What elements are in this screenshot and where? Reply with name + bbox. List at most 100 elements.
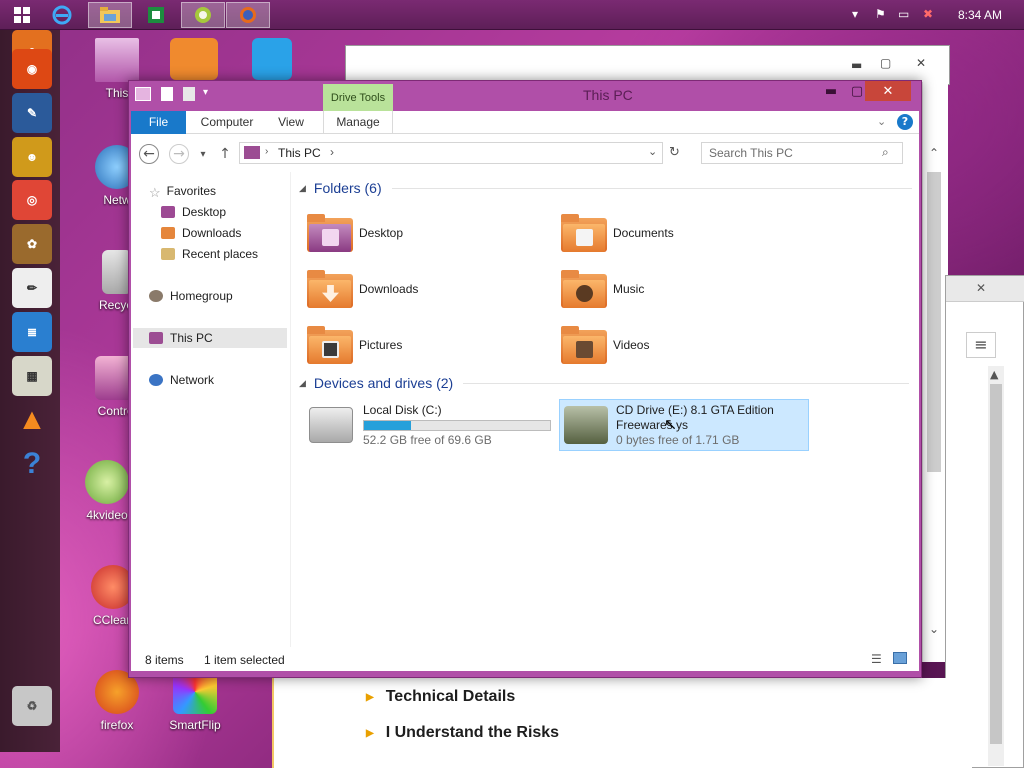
group-divider bbox=[463, 382, 910, 384]
up-button[interactable]: ↑ bbox=[215, 144, 235, 164]
drive-local-disk-c[interactable]: Local Disk (C:) 52.2 GB free of 69.6 GB bbox=[307, 399, 557, 451]
folder-videos[interactable]: Videos bbox=[561, 322, 801, 368]
help-icon[interactable]: ? bbox=[897, 114, 913, 130]
nav-this-pc[interactable]: This PC bbox=[133, 328, 287, 348]
recent-locations-icon[interactable]: ▾ bbox=[193, 144, 213, 164]
close-icon[interactable]: ✕ bbox=[976, 281, 986, 295]
desktop-icon-firefox[interactable]: firefox bbox=[82, 670, 152, 732]
background-window[interactable]: ▬ ▢ ✕ bbox=[345, 45, 950, 85]
minimize-icon[interactable]: ▬ bbox=[851, 58, 862, 72]
nav-favorites[interactable]: ☆ Favorites bbox=[149, 181, 216, 201]
monitor-icon bbox=[95, 38, 139, 82]
help-icon[interactable]: ? bbox=[12, 444, 52, 484]
forward-button[interactable]: → bbox=[169, 144, 189, 164]
tab-view[interactable]: View bbox=[271, 111, 311, 134]
large-icons-view-icon[interactable] bbox=[893, 652, 907, 664]
chevron-right-icon[interactable]: › bbox=[330, 145, 334, 159]
search-icon[interactable]: ⌕ bbox=[882, 145, 889, 160]
windows-start-icon[interactable] bbox=[0, 2, 44, 28]
understand-risks-toggle[interactable]: ▶ I Understand the Risks bbox=[366, 724, 559, 742]
technical-details-label: Technical Details bbox=[385, 688, 516, 705]
vlc-icon[interactable]: ▲ bbox=[12, 400, 52, 440]
folder-music[interactable]: Music bbox=[561, 266, 801, 312]
details-view-icon[interactable]: ☰ bbox=[871, 652, 882, 666]
drive-name-line2: Freewares.ys bbox=[616, 418, 689, 432]
nav-network[interactable]: Network bbox=[149, 370, 214, 390]
tab-file[interactable]: File bbox=[131, 111, 186, 134]
nav-desktop[interactable]: Desktop bbox=[161, 202, 226, 222]
videos-folder-icon bbox=[561, 326, 607, 364]
ubuntu-icon[interactable]: ◉ bbox=[12, 49, 52, 89]
text-editor-icon[interactable]: ✏ bbox=[12, 268, 52, 308]
tab-computer[interactable]: Computer bbox=[191, 111, 263, 134]
breadcrumb-this-pc[interactable]: This PC bbox=[278, 146, 321, 160]
customize-qat-icon[interactable]: ▾ bbox=[203, 87, 208, 98]
writer-icon[interactable]: ≣ bbox=[12, 312, 52, 352]
folder-desktop[interactable]: Desktop bbox=[307, 210, 547, 256]
back-button[interactable]: ← bbox=[139, 144, 159, 164]
nav-recent-places[interactable]: Recent places bbox=[161, 244, 258, 264]
address-dropdown-icon[interactable]: ⌄ bbox=[648, 145, 657, 158]
menu-icon[interactable]: ≡ bbox=[966, 332, 996, 358]
window-title: This PC bbox=[583, 87, 633, 103]
teamviewer-icon[interactable] bbox=[252, 38, 292, 80]
explorer-window[interactable]: ▾ Drive Tools This PC ▬ ▢ ✕ File Compute… bbox=[128, 80, 922, 678]
technical-details-toggle[interactable]: ▶ Technical Details bbox=[366, 688, 515, 706]
folder-pictures[interactable]: Pictures bbox=[307, 322, 547, 368]
trash-icon[interactable]: ♻ bbox=[12, 686, 52, 726]
paint-icon[interactable]: ✿ bbox=[12, 224, 52, 264]
desktop-icon-label: firefox bbox=[100, 718, 134, 732]
new-folder-icon[interactable] bbox=[183, 87, 195, 101]
flag-icon[interactable]: ⚑ bbox=[875, 7, 886, 21]
maximize-icon[interactable]: ▢ bbox=[880, 56, 891, 70]
search-input[interactable]: Search This PC ⌕ bbox=[701, 142, 903, 164]
chevron-up-icon[interactable]: ▾ bbox=[852, 7, 858, 21]
pictures-folder-icon bbox=[307, 326, 353, 364]
address-box[interactable]: › This PC › ⌄ bbox=[239, 142, 663, 164]
clock[interactable]: 8:34 AM bbox=[958, 8, 1002, 22]
vlc-shortcut-icon[interactable] bbox=[170, 38, 218, 80]
close-icon[interactable]: ✕ bbox=[916, 56, 926, 70]
excel-icon[interactable] bbox=[134, 2, 178, 28]
scroll-up-icon[interactable]: ▲ bbox=[990, 368, 998, 381]
properties-icon[interactable] bbox=[161, 87, 173, 101]
volume-muted-icon[interactable]: ✖ bbox=[923, 7, 933, 21]
android-icon[interactable] bbox=[181, 2, 225, 28]
scroll-thumb[interactable] bbox=[990, 384, 1002, 744]
close-button[interactable]: ✕ bbox=[865, 81, 911, 101]
calculator-icon[interactable]: ▦ bbox=[12, 356, 52, 396]
navigation-pane: ☆ Favorites Desktop Downloads Recent pla… bbox=[131, 172, 291, 647]
file-explorer-icon[interactable] bbox=[88, 2, 132, 28]
expand-ribbon-icon[interactable]: ⌄ bbox=[877, 115, 886, 128]
nav-homegroup[interactable]: Homegroup bbox=[149, 286, 233, 306]
folder-downloads[interactable]: Downloads bbox=[307, 266, 547, 312]
scroll-up-icon[interactable]: ⌃ bbox=[929, 146, 939, 160]
webpage-content: ▶ Technical Details ▶ I Understand the R… bbox=[272, 678, 972, 768]
titlebar[interactable]: ▾ Drive Tools This PC ▬ ▢ ✕ bbox=[129, 81, 921, 111]
devices-group-header[interactable]: ◢ Devices and drives (2) bbox=[299, 375, 910, 391]
desktop-icon-smartflip[interactable]: SmartFlip bbox=[160, 670, 230, 732]
desktop-icon-label: SmartFlip bbox=[169, 718, 221, 732]
people-icon[interactable]: ☻ bbox=[12, 137, 52, 177]
refresh-icon[interactable]: ↻ bbox=[669, 145, 680, 160]
scroll-down-icon[interactable]: ⌄ bbox=[929, 622, 939, 636]
firefox-icon[interactable] bbox=[226, 2, 270, 28]
tab-manage[interactable]: Manage bbox=[323, 111, 393, 134]
desktop-settings-icon[interactable]: ✎ bbox=[12, 93, 52, 133]
chevron-right-icon: › bbox=[265, 146, 269, 157]
desktop-icon-label: Netw bbox=[103, 193, 131, 207]
nav-downloads[interactable]: Downloads bbox=[161, 223, 241, 243]
minimize-button[interactable]: ▬ bbox=[817, 81, 845, 101]
this-pc-icon[interactable] bbox=[135, 87, 151, 101]
network-icon[interactable]: ▭ bbox=[898, 7, 909, 21]
drive-cd-e[interactable]: CD Drive (E:) 8.1 GTA Edition Freewares.… bbox=[559, 399, 809, 451]
internet-explorer-icon[interactable] bbox=[40, 2, 84, 28]
firefox-scrollbar[interactable]: ▲ bbox=[988, 366, 1004, 766]
folder-documents[interactable]: Documents bbox=[561, 210, 801, 256]
scroll-thumb[interactable] bbox=[927, 172, 941, 472]
drive-free-space: 52.2 GB free of 69.6 GB bbox=[363, 433, 492, 447]
folders-group-header[interactable]: ◢ Folders (6) bbox=[299, 180, 912, 196]
drive-tools-context-tab[interactable]: Drive Tools bbox=[323, 84, 393, 111]
nav-label: Homegroup bbox=[170, 289, 233, 303]
chrome-icon[interactable]: ◎ bbox=[12, 180, 52, 220]
